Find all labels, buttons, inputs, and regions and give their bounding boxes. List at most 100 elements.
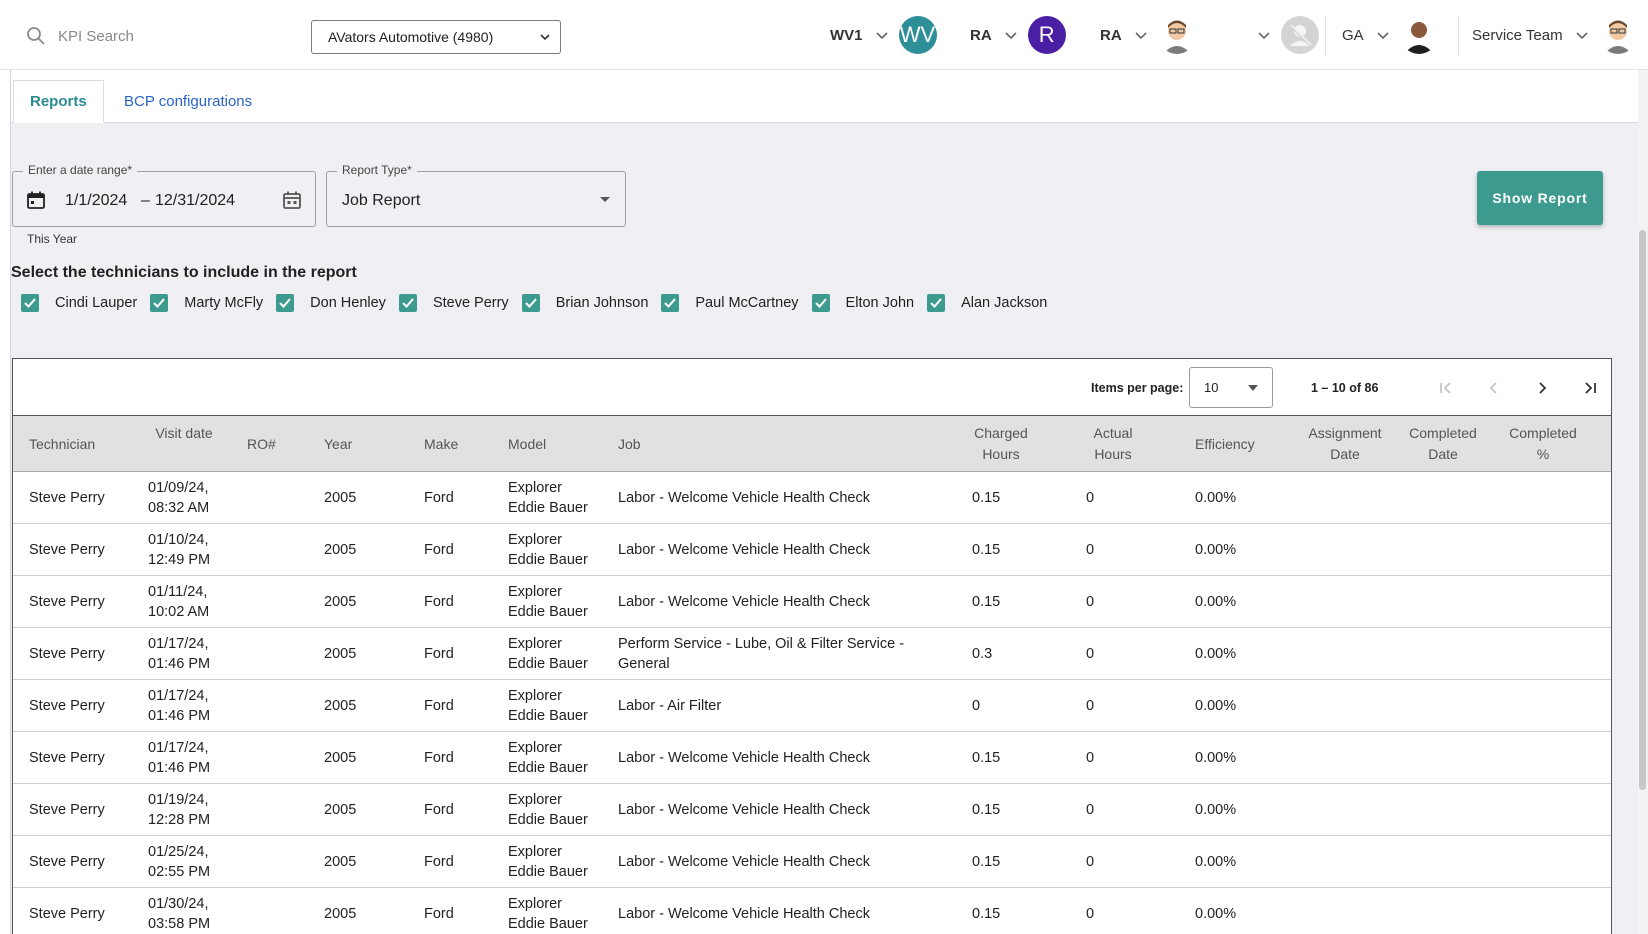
account-code: Service Team xyxy=(1472,26,1563,44)
first-page-icon[interactable] xyxy=(1433,375,1459,401)
last-page-icon[interactable] xyxy=(1577,375,1603,401)
report-type-select[interactable]: Report Type* Job Report xyxy=(326,163,626,227)
chevron-down-icon[interactable] xyxy=(1376,28,1390,42)
page-scrollbar[interactable] xyxy=(1638,70,1648,934)
date-separator: – xyxy=(141,192,150,209)
report-type-value: Job Report xyxy=(342,192,421,209)
column-header-charged-hours[interactable]: Charged Hours xyxy=(966,423,1036,465)
cell-job: Labor - Welcome Vehicle Health Check xyxy=(618,541,870,558)
column-header-assignment-date[interactable]: Assignment Date xyxy=(1300,423,1390,465)
cell-charged-hours: 0.15 xyxy=(972,801,1001,818)
technicians-section-title: Select the technicians to include in the… xyxy=(11,264,357,281)
avatar[interactable] xyxy=(1158,16,1196,54)
column-header-actual-hours[interactable]: Actual Hours xyxy=(1083,423,1143,465)
next-page-icon[interactable] xyxy=(1529,375,1555,401)
checkbox-checked-icon[interactable] xyxy=(21,294,39,312)
column-header-ro[interactable]: RO# xyxy=(247,434,276,455)
cell-make: Ford xyxy=(424,489,454,506)
cell-make: Ford xyxy=(424,801,454,818)
account-switcher-service-team[interactable]: Service Team xyxy=(1472,10,1637,60)
cell-efficiency: 0.00% xyxy=(1195,489,1237,506)
cell-actual-hours: 0 xyxy=(1086,697,1095,714)
cell-year: 2005 xyxy=(324,853,357,870)
technician-checkbox-steve-perry[interactable]: Steve Perry xyxy=(398,294,509,312)
column-header-efficiency[interactable]: Efficiency xyxy=(1195,434,1255,455)
items-per-page-select[interactable]: 10 xyxy=(1189,367,1273,408)
cell-visit-date: 01/19/24, 12:28 PM xyxy=(148,791,211,828)
table-row[interactable]: Steve Perry 01/17/24, 01:46 PM 2005 Ford… xyxy=(13,732,1611,784)
cell-charged-hours: 0.15 xyxy=(972,541,1001,558)
divider xyxy=(1458,16,1459,56)
technician-checkbox-cindi-lauper[interactable]: Cindi Lauper xyxy=(21,294,137,312)
date-picker-toggle-icon[interactable] xyxy=(281,189,303,211)
date-range-label: Enter a date range* xyxy=(23,163,138,177)
dealer-select[interactable]: AVators Automotive (4980) xyxy=(311,20,561,54)
account-switcher-unknown[interactable] xyxy=(1245,10,1319,60)
table-row[interactable]: Steve Perry 01/11/24, 10:02 AM 2005 Ford… xyxy=(13,576,1611,628)
checkbox-checked-icon[interactable] xyxy=(150,294,169,312)
kpi-search-input[interactable] xyxy=(58,22,278,50)
avatar[interactable]: WV xyxy=(898,16,937,54)
checkbox-checked-icon[interactable] xyxy=(927,294,946,312)
table-row[interactable]: Steve Perry 01/30/24, 03:58 PM 2005 Ford… xyxy=(13,888,1611,934)
chevron-down-icon[interactable] xyxy=(1004,28,1018,42)
table-row[interactable]: Steve Perry 01/09/24, 08:32 AM 2005 Ford… xyxy=(13,472,1611,524)
column-header-model[interactable]: Model xyxy=(508,434,546,455)
column-header-visit-date[interactable]: Visit date xyxy=(153,423,215,444)
column-header-completed-date[interactable]: Completed Date xyxy=(1403,423,1483,465)
column-header-completed-percent[interactable]: Completed % xyxy=(1503,423,1583,465)
cell-model: Explorer Eddie Bauer xyxy=(508,583,588,620)
previous-page-icon[interactable] xyxy=(1481,375,1507,401)
table-row[interactable]: Steve Perry 01/17/24, 01:46 PM 2005 Ford… xyxy=(13,628,1611,680)
search-icon[interactable] xyxy=(26,26,46,46)
cell-job: Labor - Welcome Vehicle Health Check xyxy=(618,905,870,922)
date-end[interactable]: 12/31/2024 xyxy=(155,192,235,210)
technician-checkbox-alan-jackson[interactable]: Alan Jackson xyxy=(927,294,1047,312)
tab-bcp-configurations[interactable]: BCP configurations xyxy=(108,80,268,123)
account-switcher-ra[interactable]: RA R xyxy=(970,10,1066,60)
date-range-field[interactable]: Enter a date range* 1/1/2024 – 12/31/202… xyxy=(12,163,316,227)
show-report-button[interactable]: Show Report xyxy=(1477,171,1603,225)
chevron-down-icon[interactable] xyxy=(1257,28,1271,42)
checkbox-checked-icon[interactable] xyxy=(661,294,680,312)
column-header-job[interactable]: Job xyxy=(618,434,641,455)
avatar[interactable] xyxy=(1599,16,1637,54)
chevron-down-icon[interactable] xyxy=(875,28,889,42)
column-header-make[interactable]: Make xyxy=(424,434,458,455)
checkbox-checked-icon[interactable] xyxy=(276,294,295,312)
checkbox-checked-icon[interactable] xyxy=(398,294,417,312)
technician-checkbox-paul-mccartney[interactable]: Paul McCartney xyxy=(661,294,799,312)
avatar[interactable] xyxy=(1281,16,1319,54)
chevron-down-icon[interactable] xyxy=(1134,28,1148,42)
cell-visit-date: 01/17/24, 01:46 PM xyxy=(148,635,211,672)
main-content: Reports BCP configurations Enter a date … xyxy=(10,70,1639,934)
table-header: Technician Visit date RO# Year Make Mode… xyxy=(13,416,1611,472)
table-row[interactable]: Steve Perry 01/19/24, 12:28 PM 2005 Ford… xyxy=(13,784,1611,836)
column-header-year[interactable]: Year xyxy=(324,434,352,455)
page-range-label: 1 – 10 of 86 xyxy=(1311,381,1379,395)
checkbox-checked-icon[interactable] xyxy=(521,294,540,312)
technician-checkbox-don-henley[interactable]: Don Henley xyxy=(276,294,386,312)
chevron-down-icon[interactable] xyxy=(1575,28,1589,42)
technician-checkbox-elton-john[interactable]: Elton John xyxy=(811,294,914,312)
account-switcher-ra-2[interactable]: RA xyxy=(1100,10,1196,60)
checkbox-checked-icon[interactable] xyxy=(811,294,830,312)
cell-make: Ford xyxy=(424,541,454,558)
technician-checkbox-brian-johnson[interactable]: Brian Johnson xyxy=(521,294,648,312)
table-row[interactable]: Steve Perry 01/25/24, 02:55 PM 2005 Ford… xyxy=(13,836,1611,888)
cell-actual-hours: 0 xyxy=(1086,853,1095,870)
account-switcher-wv1[interactable]: WV1 WV xyxy=(830,10,937,60)
account-switcher-ga[interactable]: GA xyxy=(1342,10,1438,60)
table-row[interactable]: Steve Perry 01/10/24, 12:49 PM 2005 Ford… xyxy=(13,524,1611,576)
technician-name: Marty McFly xyxy=(184,295,264,311)
table-row[interactable]: Steve Perry 01/17/24, 01:46 PM 2005 Ford… xyxy=(13,680,1611,732)
cell-year: 2005 xyxy=(324,697,357,714)
technician-checkbox-marty-mcfly[interactable]: Marty McFly xyxy=(150,294,263,312)
column-header-technician[interactable]: Technician xyxy=(29,434,95,455)
cell-make: Ford xyxy=(424,749,454,766)
avatar[interactable] xyxy=(1400,16,1438,54)
tab-reports[interactable]: Reports xyxy=(13,80,104,123)
scrollbar-thumb[interactable] xyxy=(1639,230,1646,790)
avatar[interactable]: R xyxy=(1027,16,1066,54)
date-start[interactable]: 1/1/2024 xyxy=(65,192,127,210)
